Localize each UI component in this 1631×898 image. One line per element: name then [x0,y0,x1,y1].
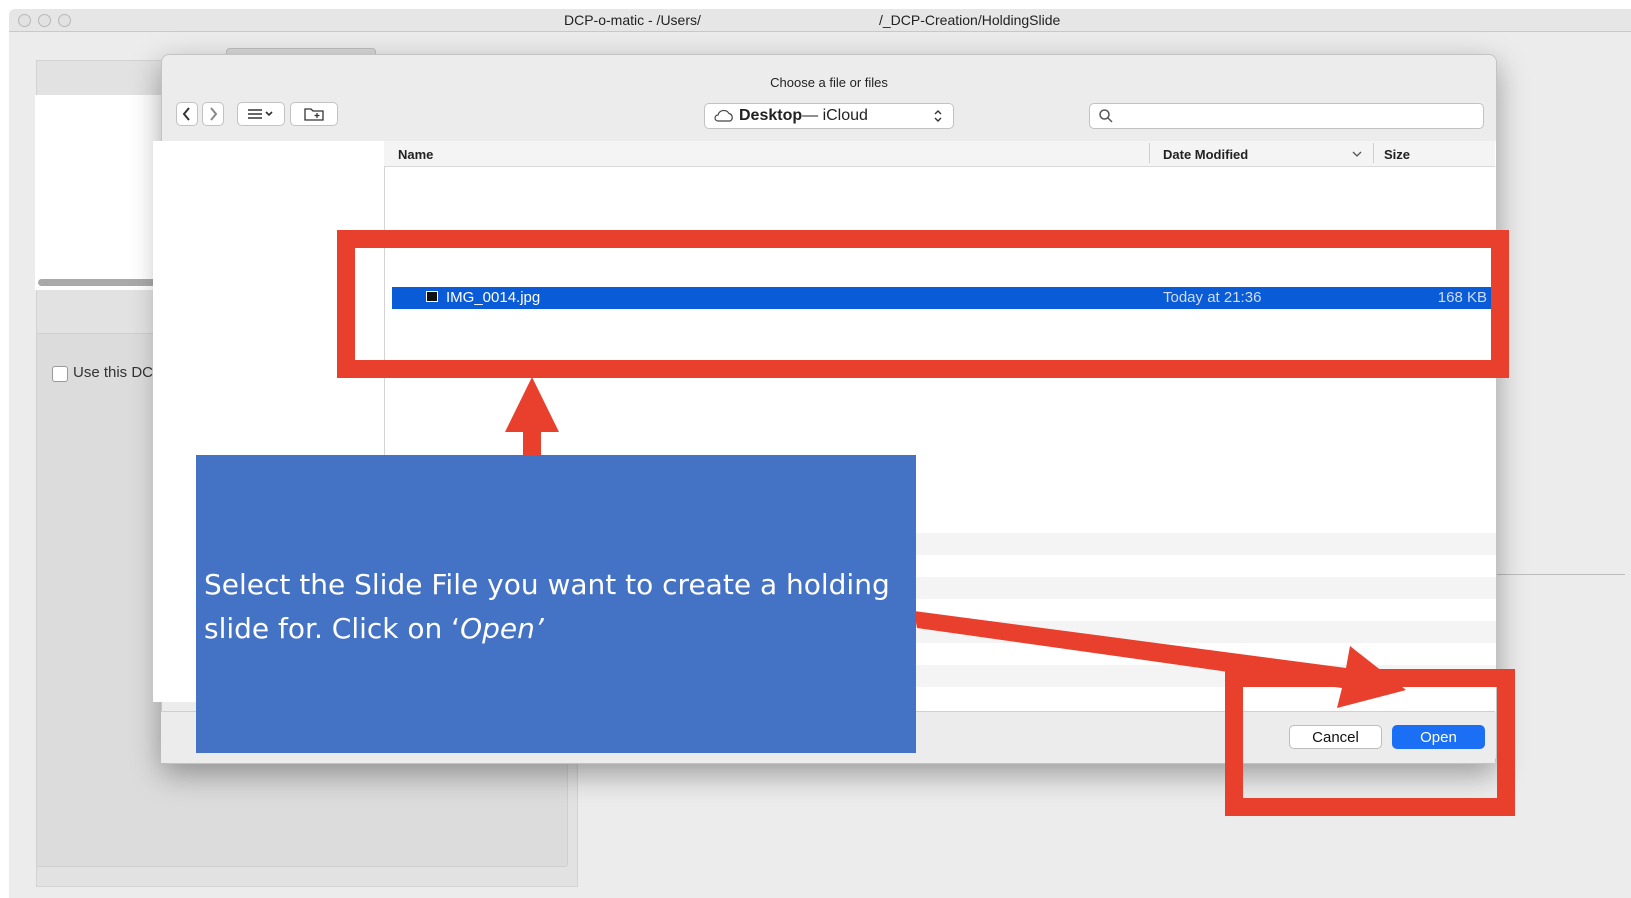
instruction-callout: Select the Slide File you want to create… [196,455,916,753]
annotation-arrows [505,377,1406,708]
diagonal-arrow [914,611,1406,708]
instruction-text: Select the Slide File you want to create… [204,563,904,651]
instruction-text-plain: Select the Slide File you want to create… [204,568,890,645]
instruction-text-italic: Open’ [460,612,544,645]
